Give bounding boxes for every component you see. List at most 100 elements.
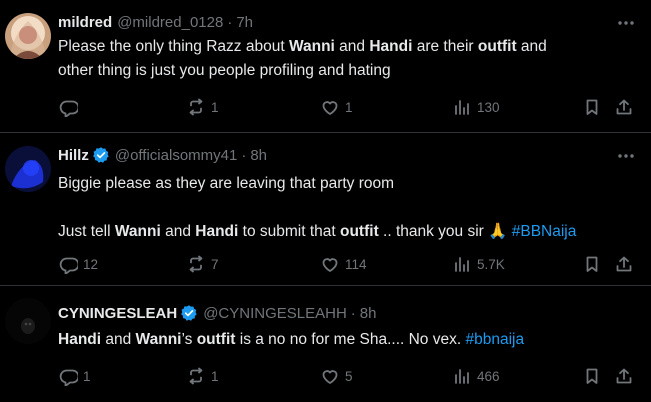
author-name[interactable]: Hillz xyxy=(58,147,89,164)
bold-text: Handi xyxy=(58,331,102,348)
bold-text: Wanni xyxy=(114,223,161,240)
separator-dot: · xyxy=(241,146,247,164)
author-name[interactable]: CYNINGESLEAH xyxy=(58,305,177,322)
retweet-button[interactable]: 7 xyxy=(186,252,219,276)
tweet-header: mildred @mildred_0128 · 7h xyxy=(58,12,253,32)
avatar[interactable] xyxy=(5,146,51,192)
text-span: Biggie please as they are leaving that p… xyxy=(58,175,395,192)
bookmark-button[interactable] xyxy=(582,95,602,119)
verified-badge-icon[interactable] xyxy=(92,146,110,164)
views-count: 466 xyxy=(477,368,500,384)
reply-button[interactable] xyxy=(58,95,83,119)
text-span: and xyxy=(160,223,196,240)
like-icon xyxy=(322,258,338,272)
likes-count: 5 xyxy=(345,368,353,384)
text-span: and xyxy=(334,38,370,55)
more-icon xyxy=(618,21,634,25)
reply-button[interactable]: 12 xyxy=(58,252,98,276)
separator-dot: · xyxy=(350,304,356,322)
more-button[interactable] xyxy=(615,146,637,166)
more-icon xyxy=(618,154,634,158)
action-bar: 1 1 130 xyxy=(58,95,643,119)
views-icon xyxy=(455,100,469,115)
views-icon xyxy=(455,257,469,272)
timestamp[interactable]: 8h xyxy=(250,147,267,164)
views-button[interactable]: 130 xyxy=(452,95,500,119)
hashtag-link[interactable]: #bbnaija xyxy=(465,331,524,348)
bookmark-icon xyxy=(586,99,598,115)
action-bar: 12 7 114 5.7K xyxy=(58,252,643,276)
like-icon xyxy=(322,101,338,115)
bookmark-button[interactable] xyxy=(582,252,602,276)
likes-count: 1 xyxy=(345,99,353,115)
text-line xyxy=(58,196,638,220)
timestamp[interactable]: 8h xyxy=(360,305,377,322)
like-icon xyxy=(322,370,338,384)
text-line: Biggie please as they are leaving that p… xyxy=(58,172,638,196)
retweet-button[interactable]: 1 xyxy=(186,95,219,119)
timestamp[interactable]: 7h xyxy=(236,14,253,31)
share-icon xyxy=(616,99,632,115)
bookmark-button[interactable] xyxy=(582,364,602,388)
tweet-text: Handi and Wanni’s outfit is a no no for … xyxy=(58,328,638,352)
retweets-count: 1 xyxy=(211,99,219,115)
reply-icon xyxy=(59,369,78,386)
likes-count: 114 xyxy=(345,256,367,272)
reply-icon xyxy=(59,257,78,274)
replies-count: 1 xyxy=(83,368,91,384)
tweet[interactable]: mildred @mildred_0128 · 7h Please the on… xyxy=(0,0,651,133)
like-button[interactable]: 5 xyxy=(320,364,353,388)
text-line: other thing is just you people profiling… xyxy=(58,59,638,83)
text-line: Just tell Wanni and Handi to submit that… xyxy=(58,220,638,244)
action-bar: 1 1 5 466 xyxy=(58,364,643,388)
bold-text: outfit xyxy=(477,38,517,55)
views-count: 130 xyxy=(477,99,500,115)
retweet-button[interactable]: 1 xyxy=(186,364,219,388)
share-button[interactable] xyxy=(614,364,634,388)
bold-text: outfit xyxy=(196,331,236,348)
bold-text: Wanni xyxy=(288,38,335,55)
text-span: and xyxy=(101,331,136,348)
tweet[interactable]: CYNINGESLEAH @CYNINGESLEAHH · 8h Handi a… xyxy=(0,286,651,402)
verified-badge-icon[interactable] xyxy=(180,304,198,322)
views-button[interactable]: 5.7K xyxy=(452,252,505,276)
avatar[interactable] xyxy=(5,298,51,344)
bold-text: Handi xyxy=(369,38,413,55)
author-handle[interactable]: @officialsommy41 xyxy=(115,147,238,164)
share-button[interactable] xyxy=(614,252,634,276)
text-span: are their xyxy=(412,38,478,55)
text-span: to submit that xyxy=(238,223,340,240)
bold-text: outfit xyxy=(340,223,379,240)
separator-dot: · xyxy=(227,13,233,31)
views-button[interactable]: 466 xyxy=(452,364,500,388)
like-button[interactable]: 114 xyxy=(320,252,367,276)
author-handle[interactable]: @CYNINGESLEAHH xyxy=(203,305,347,322)
bookmark-icon xyxy=(586,368,598,384)
reply-button[interactable]: 1 xyxy=(58,364,91,388)
text-span: and xyxy=(516,38,547,55)
bold-text: Wanni xyxy=(135,331,182,348)
bold-text: Handi xyxy=(195,223,239,240)
tweet[interactable]: Hillz @officialsommy41 · 8h Biggie pleas… xyxy=(0,133,651,286)
retweet-icon xyxy=(189,255,203,273)
text-span: .. thank you sir 🙏 xyxy=(378,223,512,240)
avatar[interactable] xyxy=(5,13,51,59)
replies-count: 12 xyxy=(83,256,99,272)
views-icon xyxy=(455,369,469,384)
tweet-header: CYNINGESLEAH @CYNINGESLEAHH · 8h xyxy=(58,303,376,323)
text-span: Just tell xyxy=(58,223,115,240)
author-handle[interactable]: @mildred_0128 xyxy=(117,14,223,31)
author-name[interactable]: mildred xyxy=(58,14,112,31)
share-button[interactable] xyxy=(614,95,634,119)
reply-icon xyxy=(59,100,78,117)
hashtag-link[interactable]: #BBNaija xyxy=(512,223,577,240)
bookmark-icon xyxy=(586,256,598,272)
more-button[interactable] xyxy=(615,13,637,33)
views-count: 5.7K xyxy=(477,256,505,272)
text-line: Handi and Wanni’s outfit is a no no for … xyxy=(58,328,638,352)
retweets-count: 1 xyxy=(211,368,219,384)
text-line: Please the only thing Razz about Wanni a… xyxy=(58,35,638,59)
share-icon xyxy=(616,368,632,384)
like-button[interactable]: 1 xyxy=(320,95,353,119)
tweet-header: Hillz @officialsommy41 · 8h xyxy=(58,145,267,165)
